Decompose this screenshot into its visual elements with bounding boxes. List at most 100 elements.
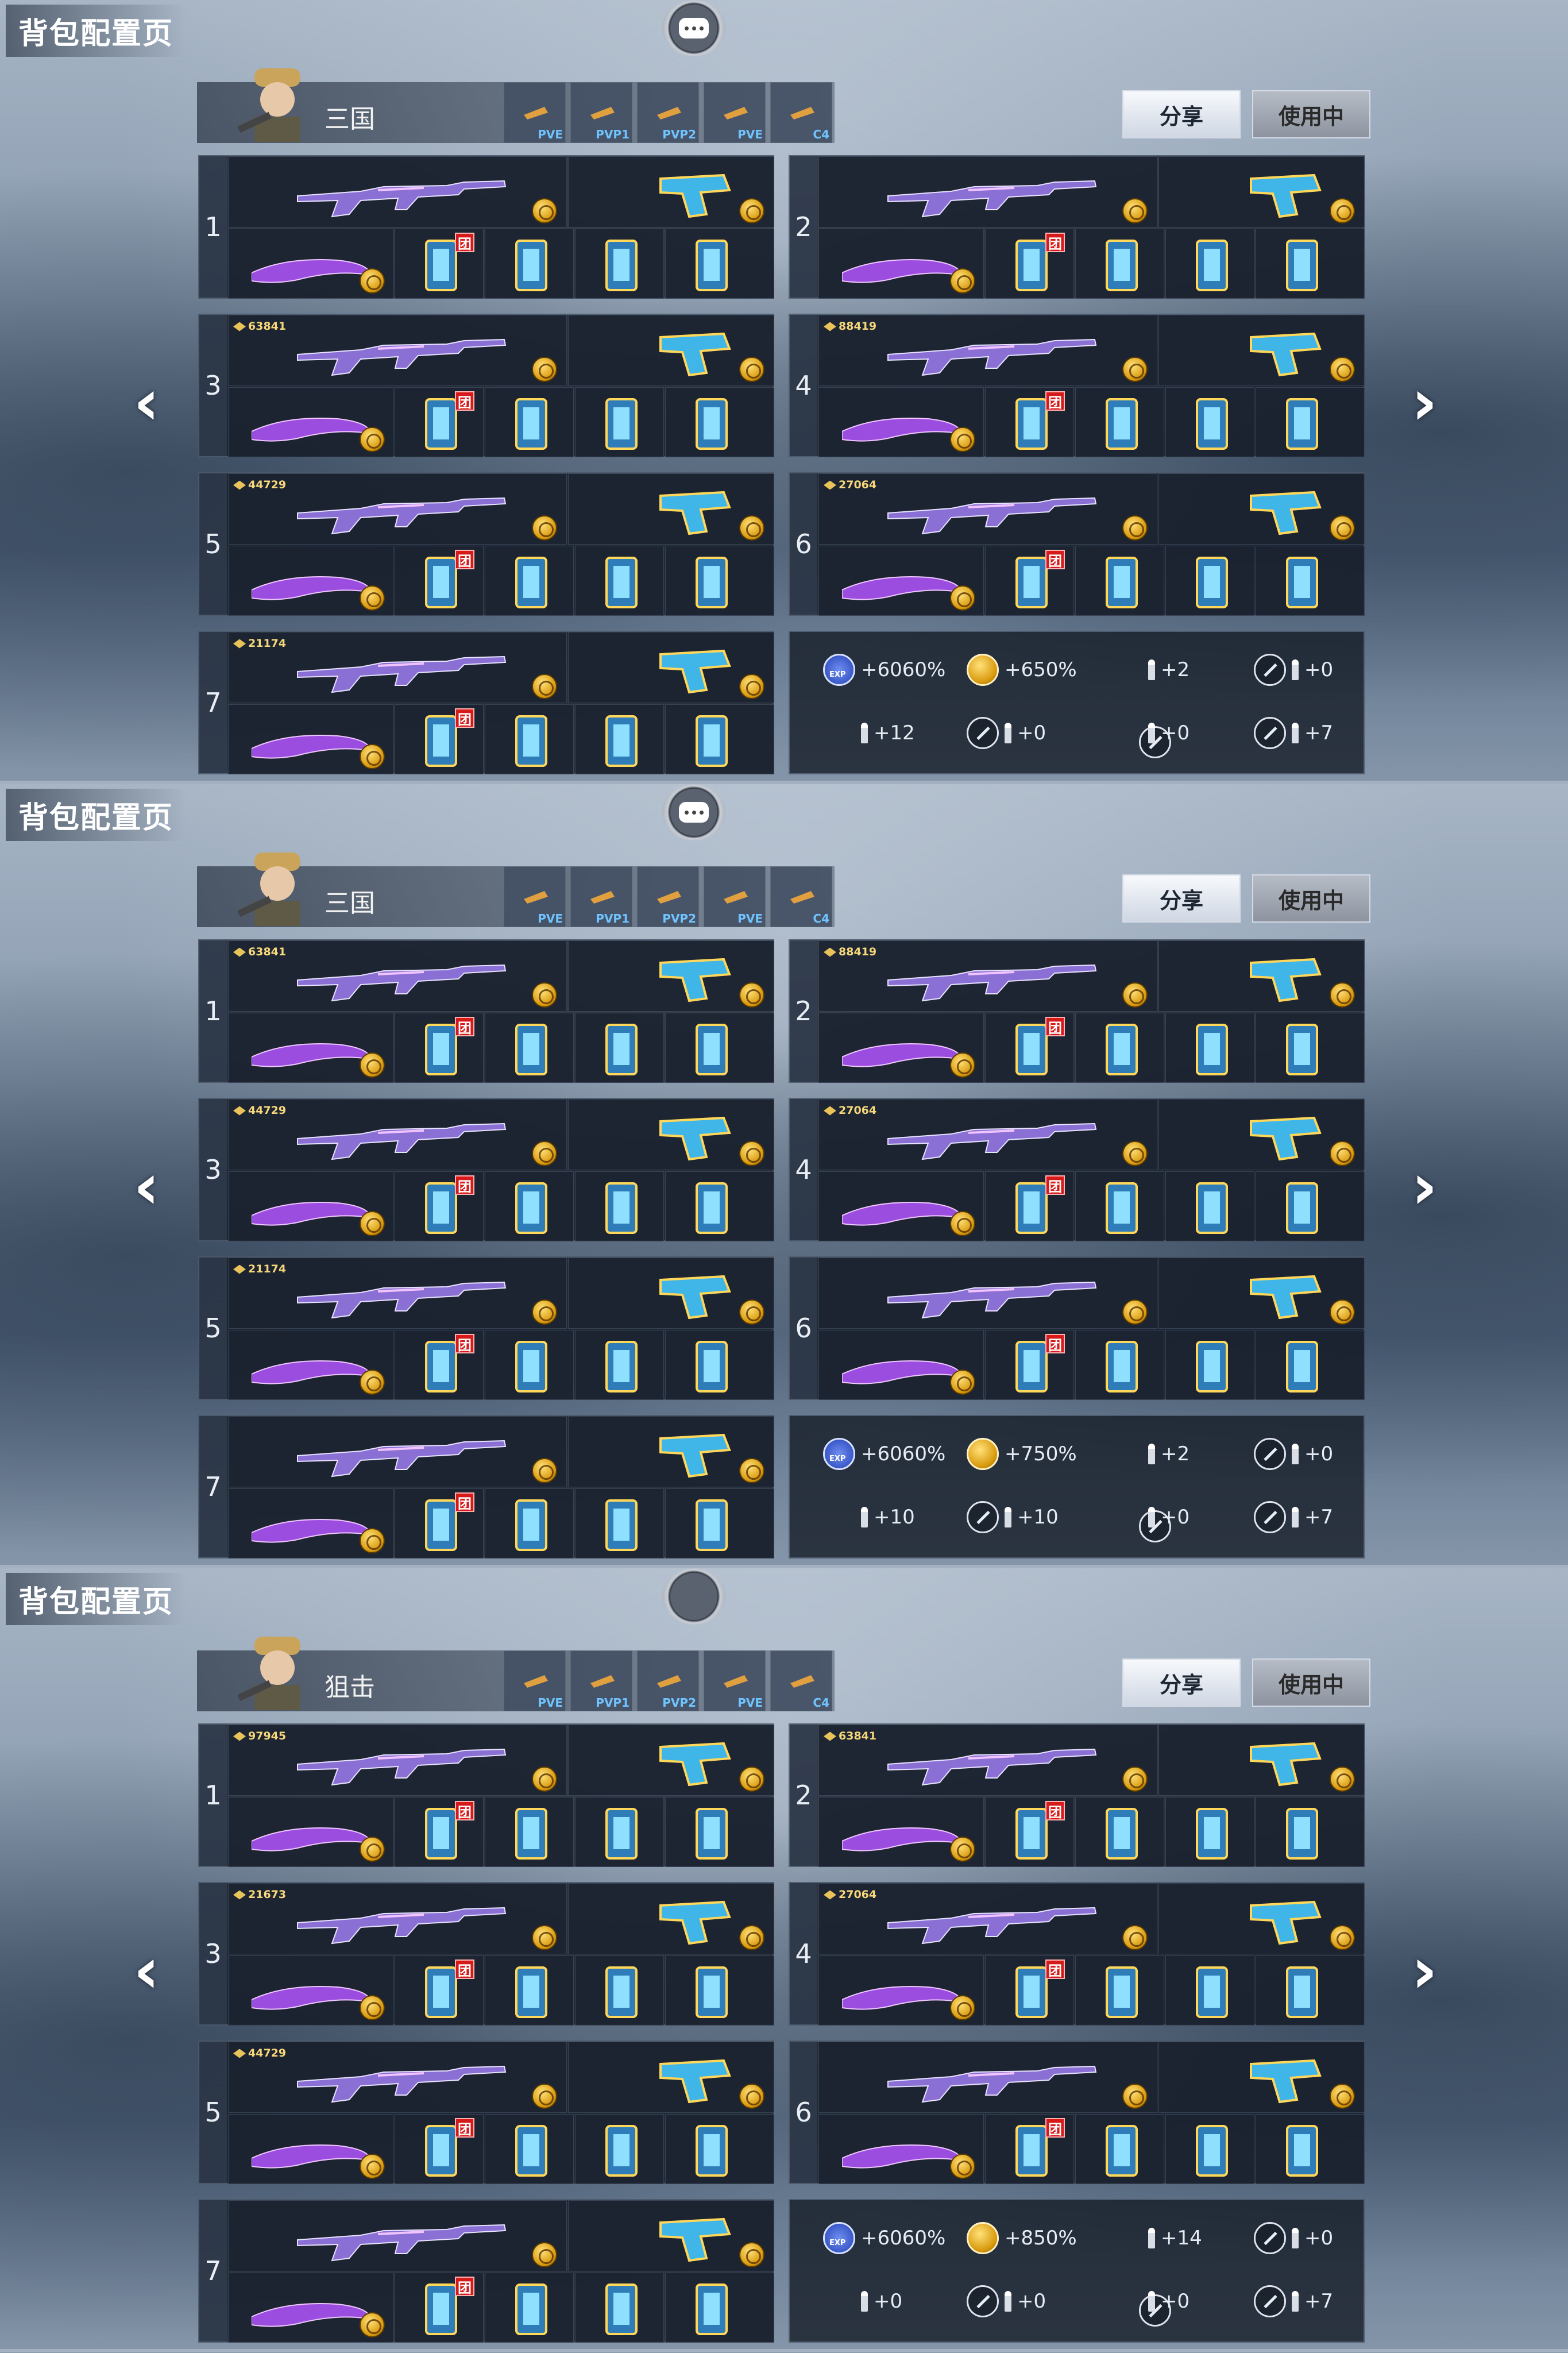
melee-weapon-slot[interactable] — [818, 1955, 984, 2026]
secondary-weapon-slot[interactable] — [1158, 473, 1365, 545]
chat-button[interactable] — [662, 0, 725, 56]
primary-weapon-slot[interactable] — [228, 2200, 567, 2271]
melee-weapon-slot[interactable] — [818, 1797, 984, 1867]
tab-mode-0[interactable]: PVE — [504, 866, 566, 927]
primary-weapon-slot[interactable]: 27064 — [818, 1883, 1157, 1954]
equipment-slot-1[interactable]: 团 — [395, 2273, 484, 2343]
loadout-slot-2[interactable]: 2 63841 团 — [789, 1723, 1365, 1867]
secondary-weapon-slot[interactable] — [568, 2200, 774, 2271]
equipment-slot-2[interactable] — [485, 387, 574, 457]
primary-weapon-slot[interactable]: 44729 — [228, 473, 567, 545]
secondary-weapon-slot[interactable] — [1158, 1883, 1365, 1954]
equipment-slot-1[interactable]: 团 — [395, 2114, 484, 2184]
equipment-slot-1[interactable]: 团 — [985, 387, 1074, 457]
equipment-slot-1[interactable]: 团 — [395, 1171, 484, 1241]
melee-weapon-slot[interactable] — [228, 1797, 393, 1867]
equipment-slot-1[interactable]: 团 — [985, 1330, 1074, 1400]
equipment-slot-3[interactable] — [575, 1013, 664, 1083]
secondary-weapon-slot[interactable] — [568, 1099, 774, 1170]
equipment-slot-3[interactable] — [1165, 2114, 1254, 2184]
melee-weapon-slot[interactable] — [818, 1013, 984, 1083]
equipment-slot-2[interactable] — [485, 546, 574, 616]
secondary-weapon-slot[interactable] — [1158, 156, 1365, 227]
tab-mode-2[interactable]: PVP2 — [637, 866, 699, 927]
equipment-slot-3[interactable] — [1165, 387, 1254, 457]
melee-weapon-slot[interactable] — [818, 387, 984, 457]
tab-mode-3[interactable]: PVE — [704, 866, 766, 927]
melee-weapon-slot[interactable] — [228, 387, 393, 457]
melee-weapon-slot[interactable] — [818, 1330, 984, 1400]
equipment-slot-4[interactable] — [665, 704, 774, 774]
tab-mode-3[interactable]: PVE — [704, 82, 766, 143]
equipment-slot-1[interactable]: 团 — [985, 1171, 1074, 1241]
secondary-weapon-slot[interactable] — [1158, 940, 1365, 1012]
tab-mode-1[interactable]: PVP1 — [570, 1650, 632, 1711]
melee-weapon-slot[interactable] — [228, 1488, 393, 1559]
equipment-slot-2[interactable] — [485, 229, 574, 299]
loadout-slot-3[interactable]: 3 44729 团 — [198, 1098, 774, 1241]
primary-weapon-slot[interactable]: 44729 — [228, 2042, 567, 2113]
melee-weapon-slot[interactable] — [228, 1013, 393, 1083]
primary-weapon-slot[interactable]: 63841 — [228, 940, 567, 1012]
primary-weapon-slot[interactable] — [228, 156, 567, 227]
melee-weapon-slot[interactable] — [228, 229, 393, 299]
equipment-slot-3[interactable] — [575, 229, 664, 299]
equipment-slot-3[interactable] — [1165, 1171, 1254, 1241]
equipment-slot-4[interactable] — [1256, 1171, 1365, 1241]
equipment-slot-3[interactable] — [575, 1330, 664, 1400]
melee-weapon-slot[interactable] — [818, 229, 984, 299]
loadout-slot-6[interactable]: 6团 — [789, 2040, 1365, 2184]
equipment-slot-1[interactable]: 团 — [395, 1488, 484, 1559]
loadout-slot-2[interactable]: 2 88419 团 — [789, 939, 1365, 1083]
tab-mode-4[interactable]: C4 — [770, 866, 832, 927]
equipment-slot-3[interactable] — [575, 546, 664, 616]
primary-weapon-slot[interactable]: 27064 — [818, 1099, 1157, 1170]
equipment-slot-2[interactable] — [1075, 1797, 1164, 1867]
tab-mode-4[interactable]: C4 — [770, 1650, 832, 1711]
melee-weapon-slot[interactable] — [818, 546, 984, 616]
equipment-slot-3[interactable] — [1165, 229, 1254, 299]
secondary-weapon-slot[interactable] — [568, 156, 774, 227]
equipment-slot-1[interactable]: 团 — [395, 1013, 484, 1083]
equipment-slot-1[interactable]: 团 — [395, 1330, 484, 1400]
equipment-slot-2[interactable] — [1075, 546, 1164, 616]
tab-mode-0[interactable]: PVE — [504, 82, 566, 143]
equipment-slot-2[interactable] — [1075, 1171, 1164, 1241]
equipment-slot-1[interactable]: 团 — [395, 1797, 484, 1867]
equipment-slot-4[interactable] — [665, 1797, 774, 1867]
equipment-slot-3[interactable] — [575, 1955, 664, 2026]
equipment-slot-2[interactable] — [485, 1013, 574, 1083]
secondary-weapon-slot[interactable] — [1158, 1725, 1365, 1796]
share-button[interactable]: 分享 — [1122, 874, 1241, 923]
primary-weapon-slot[interactable]: 21673 — [228, 1883, 567, 1954]
in-use-button[interactable]: 使用中 — [1252, 1658, 1370, 1707]
equipment-slot-2[interactable] — [485, 1797, 574, 1867]
equipment-slot-2[interactable] — [1075, 1955, 1164, 2026]
equipment-slot-4[interactable] — [1256, 546, 1365, 616]
loadout-slot-5[interactable]: 5 44729 团 — [198, 2040, 774, 2184]
prev-page-arrow[interactable]: ‹ — [123, 1927, 169, 2013]
equipment-slot-1[interactable]: 团 — [985, 546, 1074, 616]
loadout-slot-1[interactable]: 1团 — [198, 155, 774, 299]
equipment-slot-3[interactable] — [1165, 1797, 1254, 1867]
loadout-slot-4[interactable]: 4 88419 团 — [789, 314, 1365, 457]
primary-weapon-slot[interactable]: 44729 — [228, 1099, 567, 1170]
prev-page-arrow[interactable]: ‹ — [123, 359, 169, 445]
loadout-slot-6[interactable]: 6团 — [789, 1256, 1365, 1400]
equipment-slot-2[interactable] — [485, 704, 574, 774]
loadout-slot-3[interactable]: 3 21673 团 — [198, 1882, 774, 2026]
secondary-weapon-slot[interactable] — [568, 940, 774, 1012]
share-button[interactable]: 分享 — [1122, 1658, 1241, 1707]
equipment-slot-3[interactable] — [1165, 546, 1254, 616]
primary-weapon-slot[interactable] — [818, 156, 1157, 227]
melee-weapon-slot[interactable] — [228, 1171, 393, 1241]
equipment-slot-1[interactable]: 团 — [395, 387, 484, 457]
loadout-slot-5[interactable]: 5 21174 团 — [198, 1256, 774, 1400]
share-button[interactable]: 分享 — [1122, 90, 1241, 138]
equipment-slot-3[interactable] — [575, 2273, 664, 2343]
next-page-arrow[interactable]: › — [1401, 359, 1447, 445]
melee-weapon-slot[interactable] — [818, 2114, 984, 2184]
primary-weapon-slot[interactable]: 27064 — [818, 473, 1157, 545]
loadout-slot-7[interactable]: 7团 — [198, 2199, 774, 2343]
secondary-weapon-slot[interactable] — [1158, 1257, 1365, 1329]
